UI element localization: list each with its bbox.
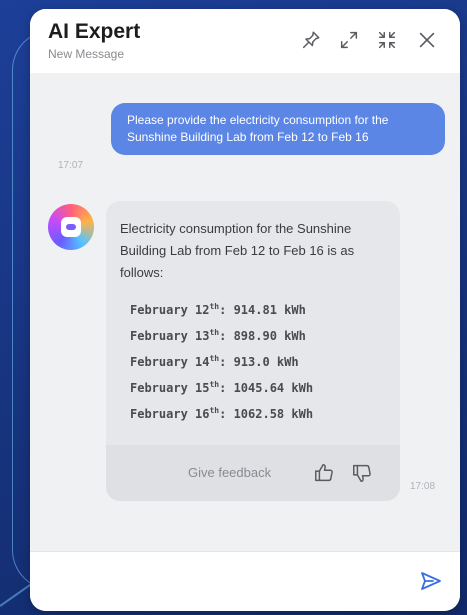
send-button[interactable] [417,567,445,595]
ai-avatar [48,204,94,250]
feedback-bar: Give feedback [106,445,400,501]
give-feedback-label: Give feedback [188,465,272,480]
user-message-bubble: Please provide the electricity consumpti… [111,103,445,155]
composer [30,551,460,611]
ai-message-time: 17:08 [410,481,436,492]
message-list[interactable]: Please provide the electricity consumpti… [30,73,460,551]
chat-title: AI Expert [48,20,141,43]
chat-header: AI Expert New Message [30,9,460,73]
thumbs-up-button[interactable] [311,460,337,486]
consumption-item: February 13th: 898.90 kWh [130,328,306,344]
consumption-item: February 14th: 913.0 kWh [130,354,299,370]
send-icon [421,572,441,590]
pin-icon [302,31,320,49]
consumption-item: February 16th: 1062.58 kWh [130,406,314,422]
expand-button[interactable] [336,27,362,53]
close-button[interactable] [414,27,440,53]
consumption-item: February 12th: 914.81 kWh [130,302,306,318]
expand-icon [340,31,358,49]
pin-button[interactable] [298,27,324,53]
chat-subtitle: New Message [48,47,125,61]
thumbs-down-button[interactable] [349,460,375,486]
collapse-button[interactable] [374,27,400,53]
consumption-list: February 12th: 914.81 kWh February 13th:… [130,297,313,427]
chat-window: AI Expert New Message Please provide the… [30,9,460,611]
thumbs-down-icon [353,464,371,482]
close-icon [419,32,435,48]
user-message-time: 17:07 [58,160,84,171]
consumption-item: February 15th: 1045.64 kWh [130,380,314,396]
message-input[interactable] [46,564,406,600]
collapse-icon [378,31,396,49]
ai-message-bubble: Electricity consumption for the Sunshine… [106,201,400,501]
ai-message-intro: Electricity consumption for the Sunshine… [120,221,355,280]
thumbs-up-icon [315,464,333,482]
ai-avatar-icon [61,217,81,237]
